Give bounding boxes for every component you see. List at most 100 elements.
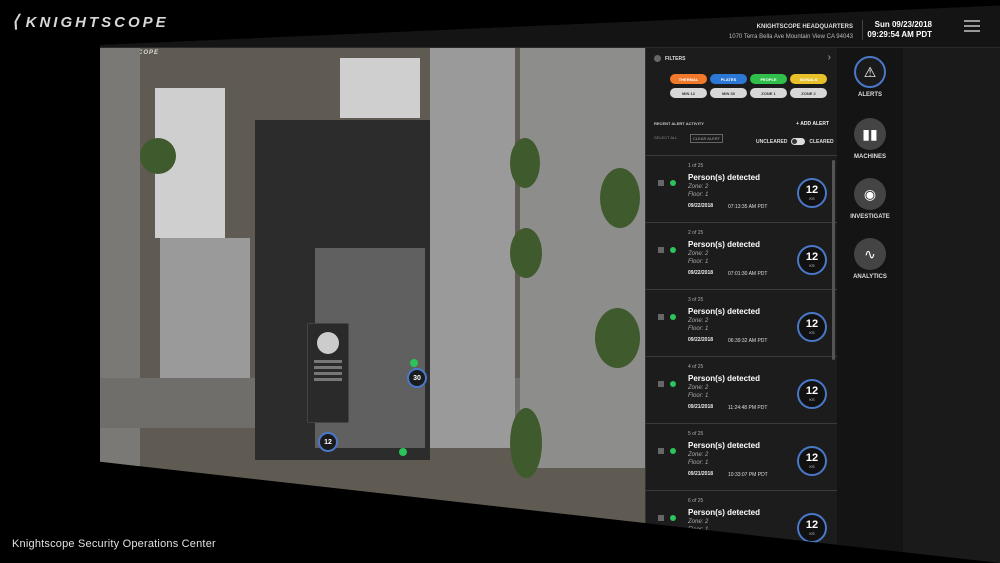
alert-zone: Zone: 2 <box>688 452 709 458</box>
filter-thermal[interactable]: THERMAL <box>670 74 707 84</box>
status-dot <box>670 515 676 521</box>
alert-item[interactable]: 4 of 25 Person(s) detected Zone: 2 Floor… <box>646 356 838 423</box>
robot-marker[interactable]: 12 <box>318 432 338 452</box>
nav-label: ANALYTICS <box>853 274 887 280</box>
map-road <box>100 48 140 563</box>
top-bar: KNIGHTSCOPE HEADQUARTERS 1070 Terra Bell… <box>100 5 1000 48</box>
location-title: KNIGHTSCOPE HEADQUARTERS <box>756 24 853 30</box>
current-time: 09:29:54 AM PDT <box>867 30 932 39</box>
select-all-checkbox[interactable]: SELECT ALL <box>654 135 678 140</box>
building <box>430 48 515 448</box>
alert-item[interactable]: 1 of 25 Person(s) detected Zone: 2 Floor… <box>646 155 838 222</box>
cleared-toggle[interactable]: UNCLEARED CLEARED <box>756 138 834 145</box>
robot-badge[interactable]: 12 KS <box>797 312 827 342</box>
alert-floor: Floor: 1 <box>688 192 709 198</box>
alert-checkbox[interactable] <box>658 180 664 186</box>
datetime: Sun 09/23/2018 09:29:54 AM PDT <box>867 20 932 40</box>
status-dot <box>670 247 676 253</box>
dashboard-screen: KNIGHTSCOPE HEADQUARTERS 1070 Terra Bell… <box>100 5 1000 563</box>
robot-badge[interactable]: 12 KS <box>797 513 827 543</box>
filter-signals[interactable]: SIGNALS <box>790 74 827 84</box>
robot-badge[interactable]: 12 KS <box>797 379 827 409</box>
cleared-label: CLEARED <box>809 138 834 145</box>
filter-pills: THERMAL PLATES PEOPLE SIGNALS MIN 12 MIN… <box>670 74 830 102</box>
alert-title: Person(s) detected <box>688 173 761 182</box>
alert-time: 07:13:35 AM PDT <box>728 204 768 210</box>
alert-floor: Floor: 1 <box>688 259 709 265</box>
alert-date: 09/21/2018 <box>688 538 714 544</box>
alert-item[interactable]: 6 of 25 Person(s) detected Zone: 2 Floor… <box>646 490 838 557</box>
nav-label: ALERTS <box>858 92 882 98</box>
robot-icon <box>317 332 339 354</box>
alert-time: 11:24:48 PM PDT <box>728 405 768 411</box>
chart-icon: ∿ <box>854 238 886 270</box>
filter-people[interactable]: PEOPLE <box>750 74 787 84</box>
satellite-map[interactable]: KNIGHTSCOPE 30 12 <box>100 48 645 563</box>
filter-icon <box>654 55 661 62</box>
hamburger-menu-icon[interactable] <box>964 20 980 35</box>
current-date: Sun 09/23/2018 <box>874 20 932 29</box>
alert-date: 09/21/2018 <box>688 471 714 477</box>
robot-badge[interactable]: 12 KS <box>797 178 827 208</box>
alert-count: 3 of 25 <box>688 297 704 303</box>
alert-date: 09/22/2018 <box>688 337 714 343</box>
alert-zone: Zone: 2 <box>688 318 709 324</box>
toggle-switch[interactable] <box>791 138 806 145</box>
alert-checkbox[interactable] <box>658 448 664 454</box>
alert-title: Person(s) detected <box>688 508 761 517</box>
filter-min-30[interactable]: MIN 30 <box>710 88 747 98</box>
robot-badge[interactable]: 12 KS <box>797 245 827 275</box>
robot-info-popup[interactable] <box>307 323 349 423</box>
alert-zone: Zone: 2 <box>688 184 709 190</box>
alert-checkbox[interactable] <box>658 515 664 521</box>
filter-zone-1[interactable]: ZONE 1 <box>750 88 787 98</box>
filters-label: FILTERS <box>665 55 686 62</box>
nav-label: INVESTIGATE <box>850 214 890 220</box>
nav-rail: ⚠ ALERTS ▮▮ MACHINES ◉ INVESTIGATE ∿ ANA… <box>837 48 903 563</box>
filter-zone-2[interactable]: ZONE 2 <box>790 88 827 98</box>
status-dot <box>670 314 676 320</box>
robot-marker[interactable]: 30 <box>407 368 427 388</box>
collapse-chevron-icon[interactable]: › <box>828 52 831 63</box>
nav-machines[interactable]: ▮▮ MACHINES <box>837 118 903 160</box>
location-info: KNIGHTSCOPE HEADQUARTERS 1070 Terra Bell… <box>729 22 853 42</box>
scrollbar[interactable] <box>832 160 835 360</box>
alert-count: 4 of 25 <box>688 364 704 370</box>
tree <box>595 308 640 368</box>
alert-floor: Floor: 1 <box>688 527 709 533</box>
nav-investigate[interactable]: ◉ INVESTIGATE <box>837 178 903 220</box>
filter-min-12[interactable]: MIN 12 <box>670 88 707 98</box>
alert-checkbox[interactable] <box>658 381 664 387</box>
nav-analytics[interactable]: ∿ ANALYTICS <box>837 238 903 280</box>
alert-item[interactable]: 5 of 25 Person(s) detected Zone: 2 Floor… <box>646 423 838 490</box>
status-dot <box>670 180 676 186</box>
alert-item[interactable]: 3 of 25 Person(s) detected Zone: 2 Floor… <box>646 289 838 356</box>
filter-plates[interactable]: PLATES <box>710 74 747 84</box>
building <box>160 238 250 378</box>
robots-icon: ▮▮ <box>854 118 886 150</box>
alert-checkbox[interactable] <box>658 247 664 253</box>
tree <box>600 168 640 228</box>
alert-zone: Zone: 2 <box>688 385 709 391</box>
divider <box>862 20 863 40</box>
clear-alert-button[interactable]: CLEAR ALERT <box>690 134 724 143</box>
tree <box>510 408 542 478</box>
alert-floor: Floor: 1 <box>688 326 709 332</box>
status-dot <box>410 359 418 367</box>
alert-floor: Floor: 1 <box>688 460 709 466</box>
alert-checkbox[interactable] <box>658 314 664 320</box>
nav-alerts[interactable]: ⚠ ALERTS <box>837 56 903 98</box>
alert-count: 5 of 25 <box>688 431 704 437</box>
nav-label: MACHINES <box>853 154 886 160</box>
alert-item[interactable]: 2 of 25 Person(s) detected Zone: 2 Floor… <box>646 222 838 289</box>
knightscope-icon: ⟨ <box>12 12 22 31</box>
status-dot <box>670 381 676 387</box>
robot-badge[interactable]: 12 KS <box>797 446 827 476</box>
alert-title: Person(s) detected <box>688 374 761 383</box>
alert-count: 2 of 25 <box>688 230 704 236</box>
filters-header[interactable]: FILTERS <box>654 55 685 62</box>
alert-zone: Zone: 2 <box>688 251 709 257</box>
location-address: 1070 Terra Bella Ave Mountain View CA 94… <box>728 34 853 40</box>
recent-alert-label: RECENT ALERT ACTIVITY <box>654 121 704 126</box>
add-alert-button[interactable]: + ADD ALERT <box>796 121 829 127</box>
